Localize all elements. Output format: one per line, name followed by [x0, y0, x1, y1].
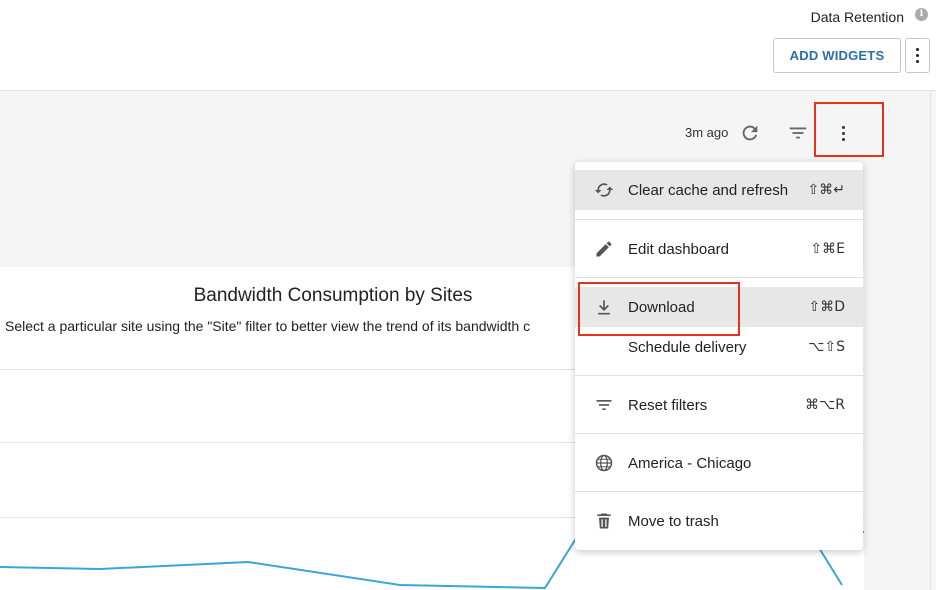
- dashboard-edge: [930, 90, 931, 590]
- menu-item-clear-cache[interactable]: Clear cache and refresh ⇧⌘↵: [575, 170, 863, 210]
- kebab-vertical-icon: [916, 48, 919, 51]
- highlight-box-download: [578, 282, 740, 336]
- menu-item-shortcut: ⇧⌘E: [810, 241, 845, 257]
- last-updated-text: 3m ago: [685, 125, 729, 140]
- refresh-cache-icon: [593, 179, 615, 201]
- menu-separator: [575, 277, 863, 278]
- dashboard-options-menu: Clear cache and refresh ⇧⌘↵ Edit dashboa…: [575, 162, 863, 550]
- menu-separator: [575, 219, 863, 220]
- pencil-icon: [593, 238, 615, 260]
- add-widgets-button[interactable]: ADD WIDGETS: [773, 38, 901, 73]
- header-more-button[interactable]: [905, 38, 930, 73]
- menu-item-shortcut: ⇧⌘D: [808, 299, 845, 315]
- menu-item-move-to-trash[interactable]: Move to trash: [575, 501, 863, 541]
- menu-separator: [575, 491, 863, 492]
- data-retention-label: Data Retention: [810, 9, 904, 25]
- menu-item-label: Schedule delivery: [628, 338, 747, 356]
- filter-icon[interactable]: [787, 122, 809, 144]
- menu-item-shortcut: ⇧⌘↵: [807, 182, 845, 198]
- menu-item-timezone[interactable]: America - Chicago: [575, 443, 863, 483]
- menu-item-shortcut: ⌘⌥R: [805, 397, 845, 413]
- menu-separator: [575, 433, 863, 434]
- menu-item-reset-filters[interactable]: Reset filters ⌘⌥R: [575, 385, 863, 425]
- menu-item-label: Move to trash: [628, 512, 719, 530]
- menu-item-edit-dashboard[interactable]: Edit dashboard ⇧⌘E: [575, 229, 863, 269]
- info-icon[interactable]: i: [915, 8, 928, 21]
- menu-item-label: America - Chicago: [628, 454, 752, 472]
- menu-item-label: Reset filters: [628, 396, 708, 414]
- header-bar: Data Retention i ADD WIDGETS: [0, 0, 936, 90]
- refresh-icon[interactable]: [739, 122, 761, 144]
- menu-item-label: Edit dashboard: [628, 240, 729, 258]
- trash-icon: [593, 510, 615, 532]
- globe-icon: [593, 452, 615, 474]
- menu-item-label: Clear cache and refresh: [628, 181, 789, 199]
- highlight-box-more: [814, 102, 884, 157]
- filter-icon: [593, 394, 615, 416]
- menu-separator: [575, 375, 863, 376]
- menu-item-shortcut: ⌥⇧S: [808, 339, 845, 355]
